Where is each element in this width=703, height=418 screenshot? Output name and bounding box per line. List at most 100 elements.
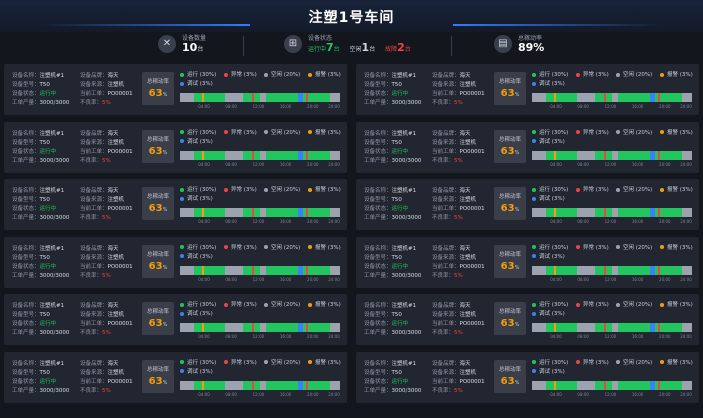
- field-label: 设备型号：: [364, 82, 392, 88]
- status-timeline: [532, 93, 692, 102]
- field-label: 不良率：: [432, 100, 455, 106]
- legend-item-alarm: 报警 (3%): [308, 185, 341, 193]
- field-value: T50: [391, 254, 402, 261]
- device-card[interactable]: 设备名称：注塑机#1 设备品牌：海天 设备型号：T50 设备来源：注塑机 设备状态：运行…: [356, 236, 699, 288]
- device-card[interactable]: 设备名称：注塑机#1 设备品牌：海天 设备型号：T50 设备来源：注塑机 设备状态：运行…: [356, 121, 699, 173]
- field-label: 设备名称：: [364, 303, 392, 309]
- field-label: 设备品牌：: [432, 360, 460, 367]
- legend-item-debug: 调试 (3%): [180, 309, 213, 317]
- field-label: 当前工单：: [80, 378, 108, 385]
- field-value: 注塑机#1: [391, 245, 417, 252]
- field-label: 设备状态：: [364, 148, 392, 155]
- timeline-segment-debug: [650, 93, 655, 102]
- field-value: PO00001: [459, 206, 485, 212]
- field-value: 3000/3000: [39, 387, 70, 394]
- device-card[interactable]: 设备名称：注塑机#1 设备品牌：海天 设备型号：T50 设备来源：注塑机 设备状态：运行…: [356, 294, 699, 345]
- device-card[interactable]: 设备名称：注塑机#1 设备品牌：海天 设备型号：T50 设备来源：注塑机 设备状态：运行…: [4, 121, 347, 173]
- info-row: 设备型号：T50 设备来源：注塑机: [364, 139, 492, 148]
- oee-value: 63%: [148, 88, 168, 99]
- field-value: 运行中: [391, 378, 409, 385]
- timeline-segment-idle: [612, 380, 618, 390]
- field-value: PO00001: [107, 148, 133, 155]
- status-timeline: [532, 265, 692, 275]
- field-label: 不良率：: [432, 330, 455, 336]
- device-card[interactable]: 设备名称：注塑机#1 设备品牌：海天 设备型号：T50 设备来源：注塑机 设备状态：运行…: [4, 351, 347, 403]
- info-row: 工单产量：3000/3000 不良率：5%: [12, 157, 140, 166]
- timeline-segment-idle: [532, 208, 546, 217]
- legend-dot: [264, 187, 268, 192]
- field-label: 设备名称：: [364, 73, 392, 79]
- field-value: T50: [39, 82, 50, 88]
- timeline-tick: 20:00: [307, 334, 319, 339]
- field-label: 工单产量：: [12, 215, 40, 221]
- legend-item-debug: 调试 (3%): [532, 137, 565, 145]
- timeline-ticks: 04:00 08:00 12:00 16:00 20:00 24:00: [532, 104, 692, 110]
- field-label: 工单产量：: [12, 272, 40, 279]
- timeline-ticks: 04:00 08:00 12:00 16:00 20:00 24:00: [532, 334, 692, 340]
- field-label: 当前工单：: [432, 206, 460, 212]
- timeline-segment-idle: [682, 150, 692, 160]
- field-value: 注塑机#1: [391, 130, 417, 137]
- oee-label: 总稼动率: [146, 136, 169, 143]
- legend-item-idle: 空闲 (20%): [616, 128, 652, 136]
- field-value: 注塑机#1: [391, 188, 417, 194]
- field-label: 设备型号：: [12, 139, 40, 146]
- legend-item-idle: 空闲 (20%): [264, 358, 300, 366]
- device-card[interactable]: 设备名称：注塑机#1 设备品牌：海天 设备型号：T50 设备来源：注塑机 设备状态：运行…: [4, 236, 347, 288]
- timeline-segment-idle: [330, 265, 340, 275]
- timeline-tick: 16:00: [279, 391, 292, 397]
- timeline-segment-idle: [682, 323, 692, 332]
- timeline-ticks: 04:00 08:00 12:00 16:00 20:00 24:00: [180, 219, 340, 225]
- device-card[interactable]: 设备名称：注塑机#1 设备品牌：海天 设备型号：T50 设备来源：注塑机 设备状态：运行…: [4, 179, 347, 230]
- field-value: T50: [39, 197, 50, 203]
- device-card[interactable]: 设备名称：注塑机#1 设备品牌：海天 设备型号：T50 设备来源：注塑机 设备状态：运行…: [356, 351, 699, 403]
- legend-item-alarm: 报警 (3%): [308, 300, 341, 308]
- field-label: 设备品牌：: [80, 360, 108, 367]
- legend-dot: [616, 187, 620, 192]
- info-row: 设备型号：T50 设备来源：注塑机: [364, 254, 492, 263]
- timeline-segment-idle: [225, 380, 243, 390]
- device-info: 设备名称：注塑机#1 设备品牌：海天 设备型号：T50 设备来源：注塑机 设备状态：运行…: [364, 245, 492, 281]
- timeline-segment-idle: [612, 265, 618, 275]
- legend-item-fault: 异常 (3%): [576, 358, 609, 366]
- field-value: T50: [391, 82, 402, 88]
- legend-dot: [180, 72, 184, 77]
- field-label: 当前工单：: [432, 91, 460, 97]
- oee-value: 63%: [500, 145, 520, 157]
- timeline-segment-alarm: [202, 208, 204, 217]
- field-value: PO00001: [107, 91, 133, 97]
- field-label: 当前工单：: [80, 321, 108, 327]
- field-label: 设备来源：: [432, 369, 460, 376]
- field-value: 3000/3000: [39, 272, 70, 279]
- legend-dot: [224, 302, 228, 307]
- field-value: 5%: [454, 157, 463, 164]
- timeline-segment-debug: [298, 265, 303, 275]
- timeline-segment-idle: [330, 380, 340, 390]
- legend-dot: [308, 360, 312, 364]
- device-card[interactable]: 设备名称：注塑机#1 设备品牌：海天 设备型号：T50 设备来源：注塑机 设备状态：运行…: [4, 294, 347, 345]
- timeline-tick: 08:00: [225, 391, 237, 397]
- field-label: 工单产量：: [364, 100, 392, 106]
- legend-item-idle: 空闲 (20%): [616, 243, 652, 251]
- timeline-tick: 04:00: [550, 391, 562, 397]
- field-value: 3000/3000: [391, 215, 422, 221]
- timeline-segment-fault: [658, 208, 660, 217]
- timeline-segment-fault: [252, 150, 254, 160]
- legend-item-run: 运行 (30%): [532, 185, 568, 193]
- device-card[interactable]: 设备名称：注塑机#1 设备品牌：海天 设备型号：T50 设备来源：注塑机 设备状态：运行…: [356, 179, 699, 230]
- oee-box: 总稼动率 63%: [494, 72, 526, 105]
- field-label: 设备状态：: [364, 206, 392, 212]
- field-label: 设备状态：: [364, 263, 392, 270]
- field-label: 设备来源：: [80, 197, 108, 203]
- timeline-tick: 24:00: [680, 104, 692, 109]
- timeline-tick: 12:00: [252, 334, 265, 339]
- timeline-ticks: 04:00 08:00 12:00 16:00 20:00 24:00: [180, 104, 340, 110]
- timeline-tick: 08:00: [225, 219, 237, 224]
- timeline-segment-fault: [604, 208, 606, 217]
- info-row: 设备名称：注塑机#1 设备品牌：海天: [364, 130, 492, 139]
- info-row: 设备状态：运行中 当前工单：PO00001: [12, 378, 140, 387]
- device-card[interactable]: 设备名称：注塑机#1 设备品牌：海天 设备型号：T50 设备来源：注塑机 设备状态：运行…: [4, 64, 347, 115]
- device-card[interactable]: 设备名称：注塑机#1 设备品牌：海天 设备型号：T50 设备来源：注塑机 设备状态：运行…: [356, 64, 699, 115]
- field-value: 注塑机#1: [39, 188, 65, 194]
- oee-label: 总稼动率: [498, 251, 521, 258]
